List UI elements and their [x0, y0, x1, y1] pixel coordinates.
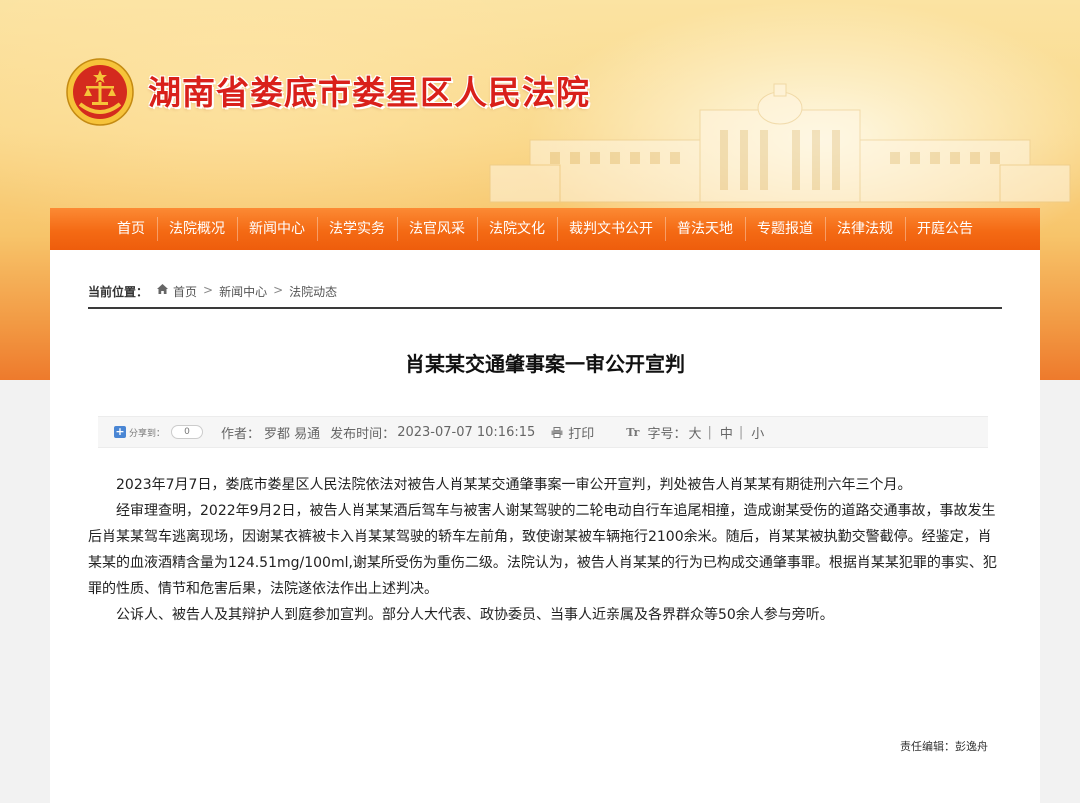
nav-item-legal-practice[interactable]: 法学实务 [317, 208, 397, 250]
author-label: 作者： [221, 426, 261, 442]
breadcrumb-separator: > [273, 283, 284, 297]
nav-item-judgment-documents[interactable]: 裁判文书公开 [557, 208, 665, 250]
nav-item-court-culture[interactable]: 法院文化 [477, 208, 557, 250]
breadcrumb-news-center-link[interactable]: 新闻中心 [219, 283, 267, 300]
article-body: 2023年7月7日，娄底市娄星区人民法院依法对被告人肖某某交通肇事案一审公开宣判… [88, 472, 1002, 628]
article-title: 肖某某交通肇事案一审公开宣判 [405, 352, 685, 376]
print-label: 打印 [568, 426, 595, 442]
share-label[interactable]: 分享到： [129, 426, 165, 439]
font-size-separator: | [738, 424, 744, 440]
nav-item-judge-profiles[interactable]: 法官风采 [397, 208, 477, 250]
nav-item-special-reports[interactable]: 专题报道 [745, 208, 825, 250]
article-paragraph: 公诉人、被告人及其辩护人到庭参加宣判。部分人大代表、政协委员、当事人近亲属及各界… [116, 607, 834, 623]
share-plus-icon[interactable]: + [114, 426, 126, 438]
publish-time-label: 发布时间： [330, 426, 396, 442]
breadcrumb: 当前位置： 首页 > 新闻中心 > 法院动态 [88, 283, 1002, 309]
content-panel: 当前位置： 首页 > 新闻中心 > 法院动态 肖某某交通肇事案一审公开宣判 + … [50, 250, 1040, 803]
article-paragraph: 2023年7月7日，娄底市娄星区人民法院依法对被告人肖某某交通肇事案一审公开宣判… [116, 477, 912, 493]
nav-item-home[interactable]: 首页 [105, 208, 157, 250]
responsible-editor: 责任编辑：彭逸舟 [900, 740, 988, 753]
author-value: 罗都 易通 [264, 426, 321, 442]
share-count-badge: 0 [171, 425, 204, 439]
font-size-separator: | [707, 424, 712, 440]
nav-item-news-center[interactable]: 新闻中心 [237, 208, 317, 250]
nav-item-court-overview[interactable]: 法院概况 [157, 208, 237, 250]
nav-item-legal-education[interactable]: 普法天地 [665, 208, 745, 250]
font-size-label: 字号： [647, 426, 687, 442]
font-size-small-button[interactable]: 小 [751, 423, 764, 442]
font-size-icon: Tr [626, 425, 640, 439]
breadcrumb-home-link[interactable]: 首页 [173, 283, 197, 300]
publish-time-value: 2023-07-07 10:16:15 [397, 424, 536, 440]
nav-item-hearing-announcements[interactable]: 开庭公告 [905, 208, 985, 250]
main-nav: 首页 法院概况 新闻中心 法学实务 法官风采 法院文化 裁判文书公开 普法天地 … [50, 208, 1040, 250]
breadcrumb-court-news-link[interactable]: 法院动态 [289, 283, 337, 300]
court-name-title: 湖南省娄底市娄星区人民法院 [148, 73, 590, 112]
home-icon [157, 284, 169, 294]
breadcrumb-separator: > [203, 283, 214, 297]
article-paragraph: 经审理查明，2022年9月2日，被告人肖某某酒后驾车与被害人谢某驾驶的二轮电动自… [88, 503, 997, 597]
nav-item-laws-regulations[interactable]: 法律法规 [825, 208, 905, 250]
font-size-medium-button[interactable]: 中 [720, 423, 733, 442]
printer-icon [551, 426, 563, 438]
breadcrumb-label: 当前位置： [88, 285, 149, 299]
court-emblem-icon [66, 58, 134, 126]
font-size-large-button[interactable]: 大 [688, 423, 701, 442]
print-button[interactable]: 打印 [551, 423, 594, 442]
article-meta-bar: + 分享到： 0 作者： 罗都 易通 发布时间： 2023-07-07 10:1… [98, 416, 988, 448]
